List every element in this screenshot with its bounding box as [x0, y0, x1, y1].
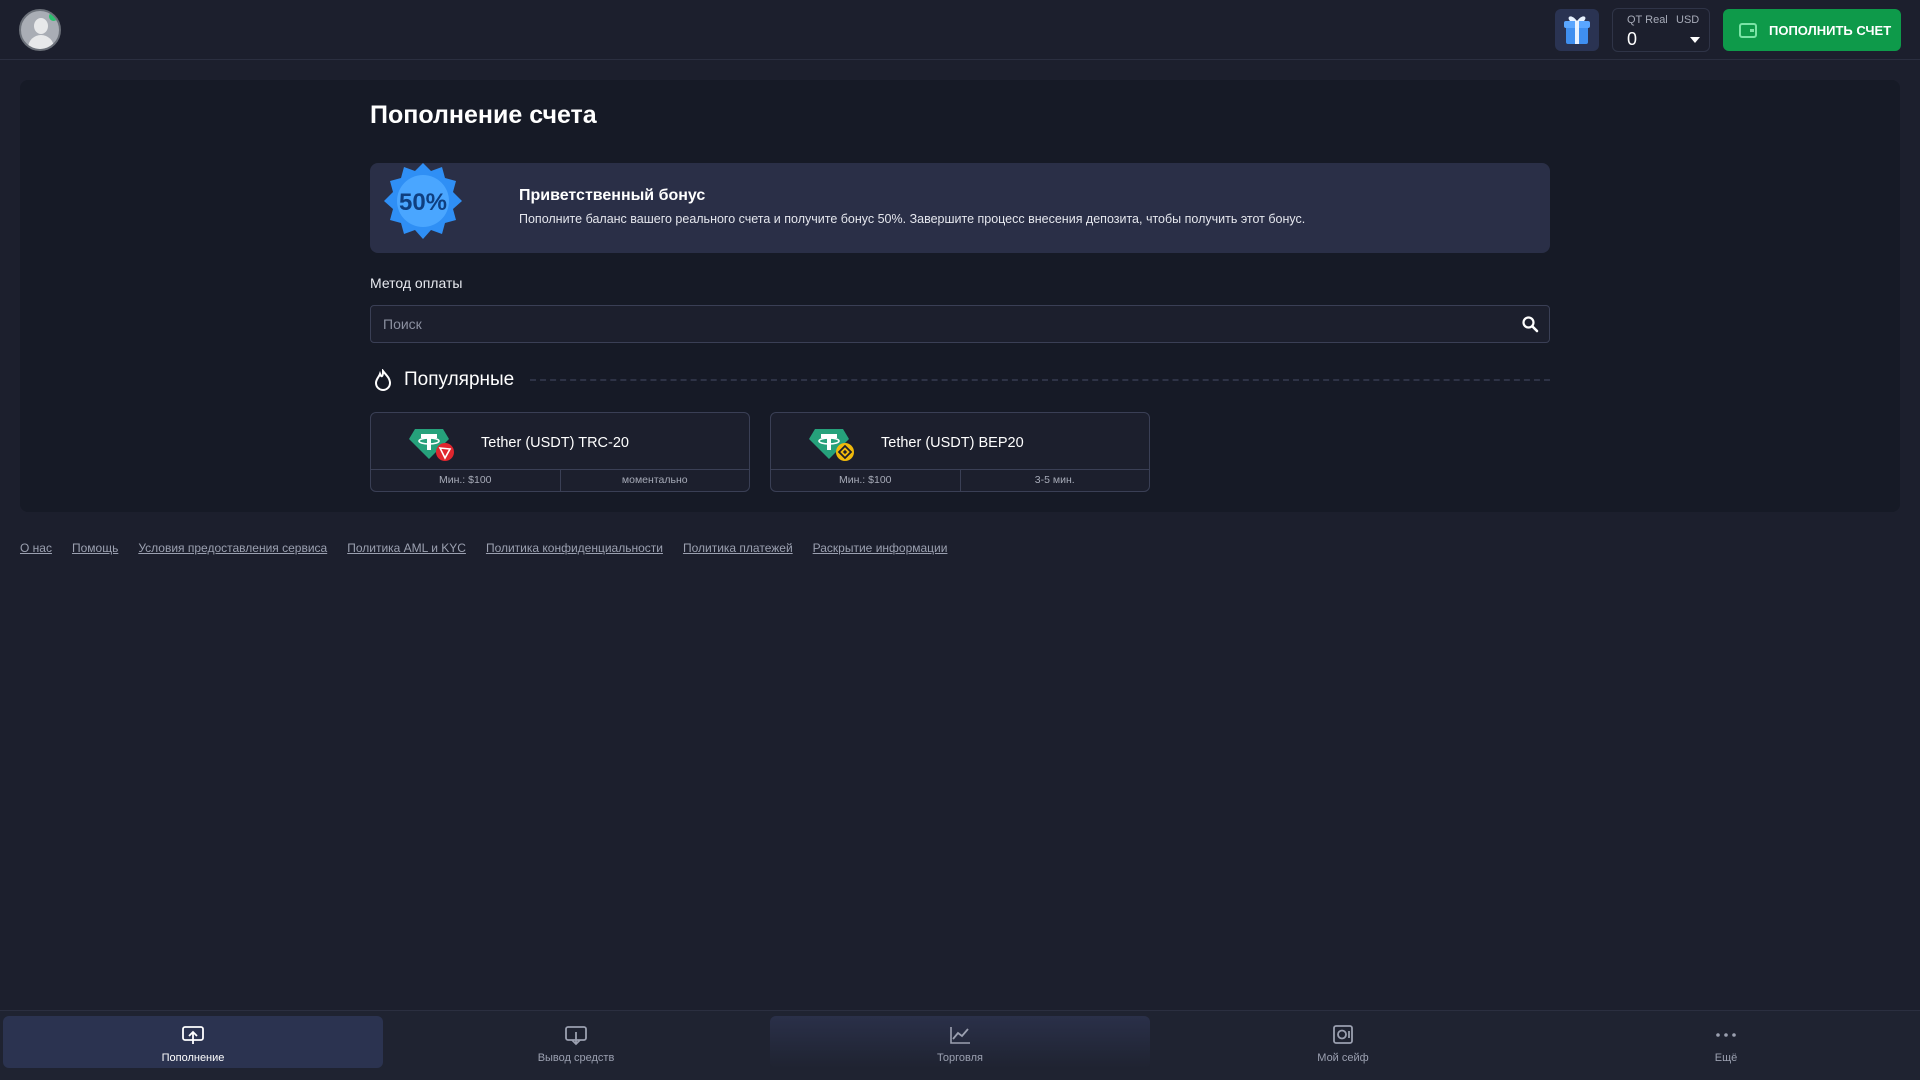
chart-icon [950, 1027, 970, 1044]
payment-method-name: Tether (USDT) BEP20 [881, 435, 1024, 451]
payment-method-details: Мин.: $100 3-5 мин. [771, 469, 1149, 491]
footer-link-about[interactable]: О нас [20, 541, 52, 555]
payment-method-card-trc20[interactable]: Tether (USDT) TRC-20 Мин.: $100 моментал… [370, 412, 750, 492]
nav-label: Мой сейф [1317, 1052, 1369, 1064]
bottom-navigation: Пополнение Вывод средств Торговля Мой се… [0, 1010, 1920, 1080]
tether-bep20-icon [809, 429, 854, 461]
account-type-label: QT Real [1627, 14, 1668, 26]
currency-label: USD [1676, 14, 1700, 26]
payment-method-label: Метод оплаты [370, 275, 463, 291]
bonus-badge-text: 50% [399, 189, 447, 216]
page-title: Пополнение счета [370, 101, 597, 129]
bonus-badge-icon: 50% [384, 163, 462, 239]
payment-method-minimum: Мин.: $100 [371, 470, 561, 491]
account-selector[interactable]: QT Real USD 0 [1612, 8, 1710, 52]
nav-more[interactable]: Ещё [1536, 1016, 1916, 1068]
payment-search-input[interactable] [371, 306, 1511, 342]
nav-withdraw[interactable]: Вывод средств [386, 1016, 766, 1068]
deposit-icon [182, 1026, 204, 1044]
footer-link-payments[interactable]: Политика платежей [683, 541, 793, 555]
footer-link-privacy[interactable]: Политика конфиденциальности [486, 541, 663, 555]
nav-deposit[interactable]: Пополнение [3, 1016, 383, 1068]
footer-links: О нас Помощь Условия предоставления серв… [20, 541, 947, 555]
nav-trading[interactable]: Торговля [770, 1016, 1150, 1068]
payment-method-minimum: Мин.: $100 [771, 470, 961, 491]
search-icon[interactable] [1521, 315, 1539, 333]
tether-trc20-icon [409, 429, 454, 461]
payment-method-time: моментально [621, 474, 688, 486]
payment-search [370, 305, 1550, 343]
bonus-description: Пополните баланс вашего реального счета … [519, 212, 1306, 226]
safe-icon [1333, 1025, 1353, 1044]
gift-button[interactable] [1555, 9, 1599, 51]
footer-link-disclosure[interactable]: Раскрытие информации [813, 541, 948, 555]
nav-label: Вывод средств [537, 1052, 615, 1064]
welcome-bonus-banner[interactable]: 50% Приветственный бонус Пополните балан… [370, 163, 1550, 253]
top-bar: QT Real USD 0 ПОПОЛНИТЬ СЧЕТ [0, 0, 1920, 60]
footer-link-terms[interactable]: Условия предоставления сервиса [138, 541, 327, 555]
payment-method-time: 3-5 мин. [1034, 474, 1075, 486]
nav-label: Торговля [937, 1052, 983, 1064]
more-icon [1716, 1033, 1736, 1037]
deposit-button-label: ПОПОЛНИТЬ СЧЕТ [1769, 22, 1892, 38]
popular-section-header: Популярные [370, 365, 1550, 395]
nav-label: Ещё [1714, 1052, 1738, 1064]
online-status-icon [49, 12, 58, 21]
wallet-icon [1739, 22, 1757, 38]
bonus-title: Приветственный бонус [519, 187, 706, 204]
user-avatar[interactable] [19, 9, 61, 51]
payment-method-name: Tether (USDT) TRC-20 [481, 435, 629, 451]
footer-link-aml-kyc[interactable]: Политика AML и KYC [347, 541, 466, 555]
nav-label: Пополнение [161, 1052, 225, 1064]
payment-method-details: Мин.: $100 моментально [371, 469, 749, 491]
deposit-button[interactable]: ПОПОЛНИТЬ СЧЕТ [1723, 9, 1901, 51]
footer-link-help[interactable]: Помощь [72, 541, 118, 555]
fire-icon [374, 369, 392, 391]
gift-icon [1564, 16, 1590, 44]
payment-method-card-bep20[interactable]: Tether (USDT) BEP20 Мин.: $100 3-5 мин. [770, 412, 1150, 492]
balance-value: 0 [1627, 29, 1638, 49]
caret-down-icon [1690, 37, 1700, 43]
nav-safe[interactable]: Мой сейф [1153, 1016, 1533, 1068]
popular-section-title: Популярные [404, 369, 515, 390]
withdraw-icon [565, 1026, 587, 1046]
section-divider [530, 379, 1550, 381]
